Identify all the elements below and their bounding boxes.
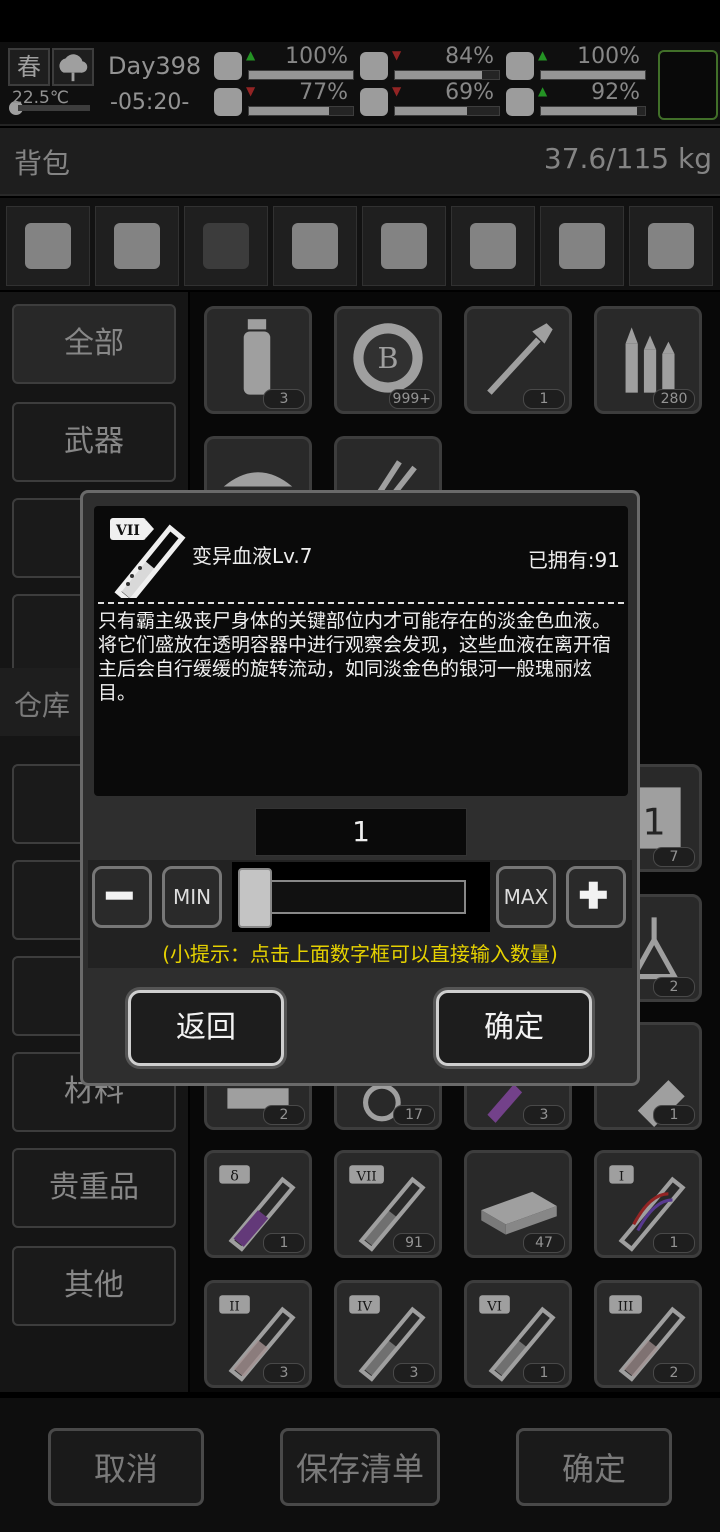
back-button[interactable]: 返回 [128, 990, 284, 1066]
increase-button[interactable] [566, 866, 626, 928]
max-button[interactable]: MAX [496, 866, 556, 928]
item-description: 只有霸主级丧尸身体的关键部位内才可能存在的淡金色血液。将它们盛放在透明容器中进行… [98, 610, 612, 704]
max-label: MAX [503, 885, 549, 909]
divider [98, 602, 624, 604]
item-name: 变异血液Lv.7 [192, 544, 313, 568]
slider-thumb[interactable] [238, 868, 272, 928]
min-label: MIN [172, 885, 212, 909]
quantity-slider[interactable] [238, 880, 466, 914]
mutant-blood-icon: VII [102, 512, 190, 606]
min-button[interactable]: MIN [162, 866, 222, 928]
minus-icon [105, 891, 133, 900]
owned-count: 已拥有:91 [527, 548, 620, 572]
input-hint: (小提示：点击上面数字框可以直接输入数量) [162, 942, 558, 966]
svg-text:VII: VII [115, 523, 140, 539]
dialog-confirm-button[interactable]: 确定 [436, 990, 592, 1066]
plus-icon [579, 881, 607, 909]
decrease-button[interactable] [92, 866, 152, 928]
quantity-input[interactable]: 1 [255, 808, 467, 856]
